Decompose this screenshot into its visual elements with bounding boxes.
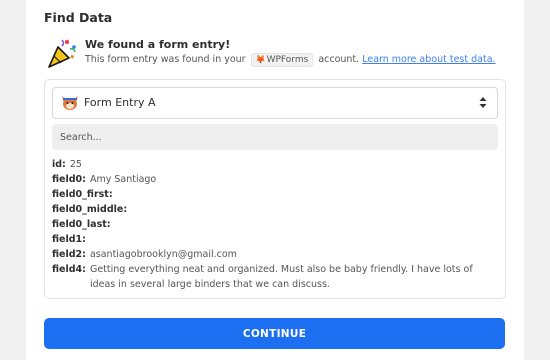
- entry-select[interactable]: Form Entry A: [52, 87, 498, 119]
- found-title: We found a form entry!: [85, 38, 231, 51]
- field-name: field0_last:: [52, 219, 111, 230]
- field-list: id: 25 field0: Amy Santiago field0_first: fie…: [52, 157, 492, 292]
- field-value: Getting everything neat and organized. M…: [89, 264, 473, 290]
- field-name: field2:: [52, 249, 86, 260]
- wpforms-fox-icon: [62, 96, 78, 110]
- field-row: field2: asantiagobrooklyn@gmail.com: [52, 247, 492, 262]
- section-title: Find Data: [44, 10, 113, 25]
- field-name: field0:: [52, 174, 86, 185]
- field-value: Amy Santiago: [89, 174, 157, 185]
- entry-panel: Form Entry A id:25field0:Amy Santiagofie…: [44, 79, 506, 299]
- party-popper-icon: [48, 39, 76, 68]
- field-row: field1:: [52, 232, 492, 247]
- wpforms-logo-icon: 🦊: [255, 55, 266, 64]
- search-input[interactable]: [52, 124, 498, 150]
- field-row: field0_middle:: [52, 202, 492, 217]
- found-desc-suffix: account.: [318, 54, 360, 65]
- field-row: field0_last:: [52, 217, 492, 232]
- field-name: field1:: [52, 234, 86, 245]
- field-row: id: 25: [52, 157, 492, 172]
- field-value: 25: [69, 159, 82, 170]
- learn-more-link[interactable]: Learn more about test data.: [362, 54, 495, 65]
- field-row: field0: Amy Santiago: [52, 172, 492, 187]
- field-value: asantiagobrooklyn@gmail.com: [89, 249, 237, 260]
- field-name: field4:: [52, 264, 86, 275]
- continue-button[interactable]: CONTINUE: [44, 318, 505, 349]
- found-description: This form entry was found in your 🦊WPFor…: [85, 53, 496, 67]
- app-badge: 🦊WPForms: [250, 53, 314, 67]
- field-row: field0_first:: [52, 187, 492, 202]
- find-data-card: Find Data We found a form entry! This fo…: [26, 0, 524, 360]
- app-badge-label: WPForms: [266, 55, 309, 65]
- found-desc-prefix: This form entry was found in your: [85, 54, 246, 65]
- field-row: field4: Getting everything neat and organ…: [52, 262, 492, 292]
- field-name: field0_middle:: [52, 204, 128, 215]
- field-name: id:: [52, 159, 66, 170]
- chevron-updown-icon: [479, 97, 487, 108]
- entry-select-value: Form Entry A: [84, 96, 156, 109]
- field-name: field0_first:: [52, 189, 113, 200]
